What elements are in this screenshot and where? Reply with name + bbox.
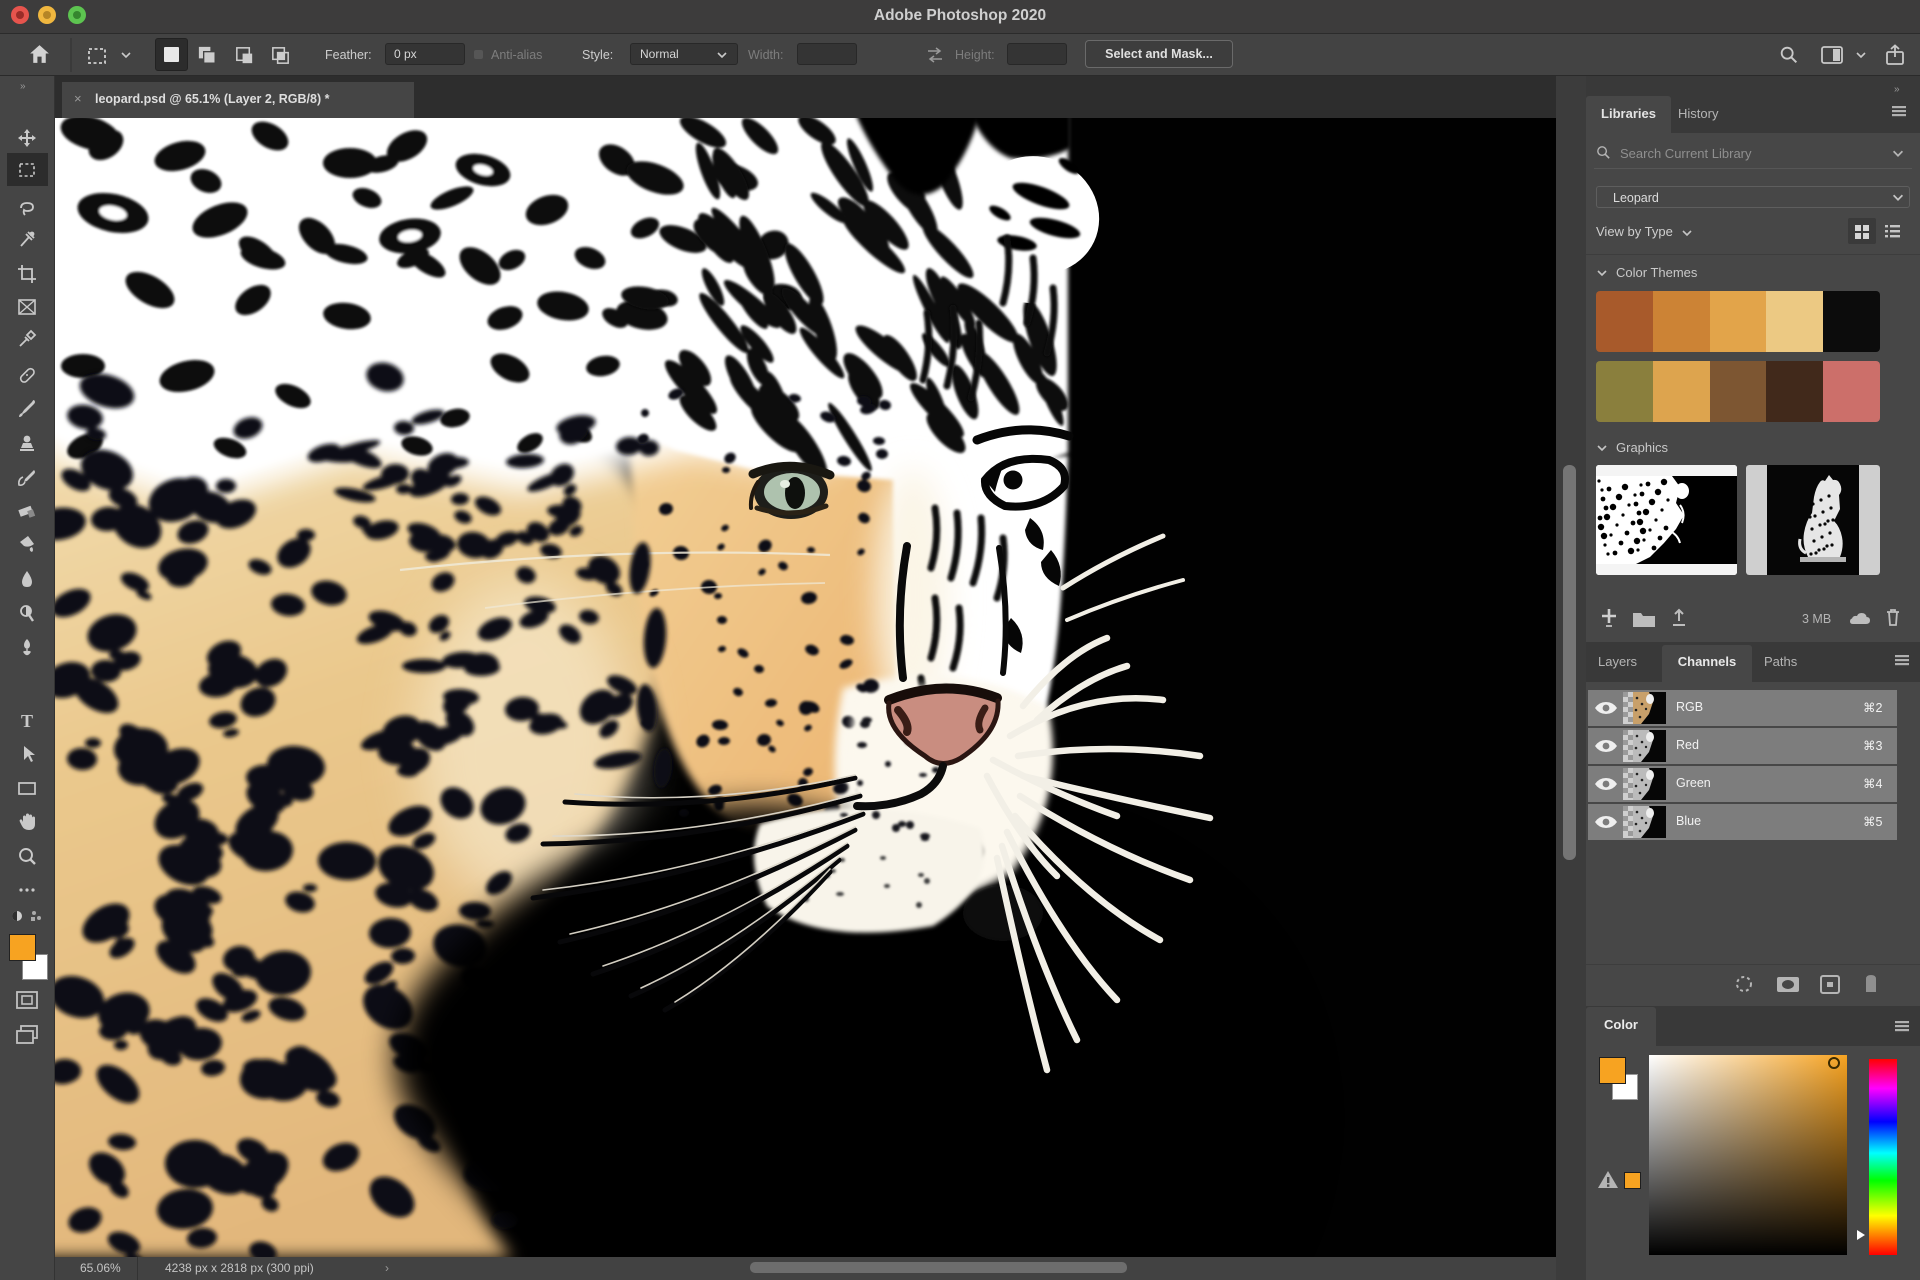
svg-text:T: T — [21, 711, 33, 731]
